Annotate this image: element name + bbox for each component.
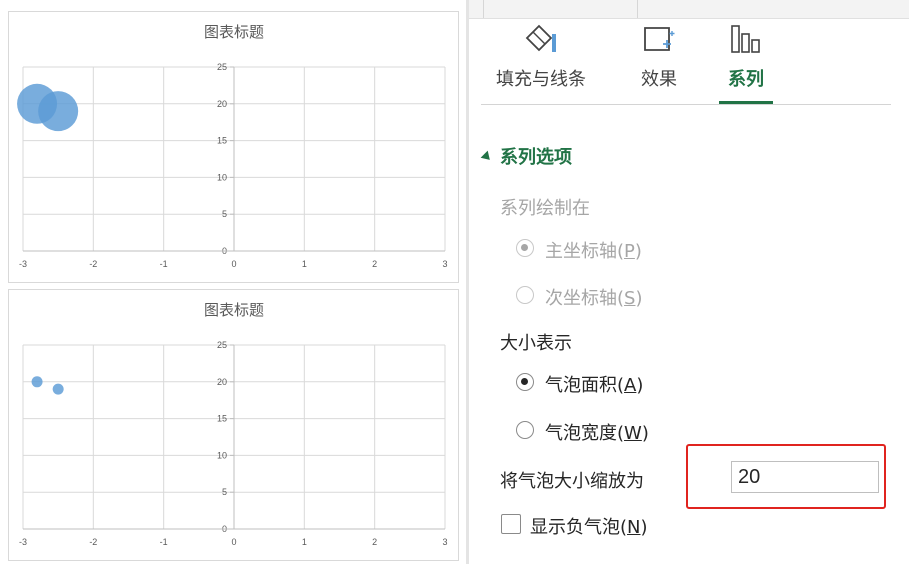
y-tick-label: 25 bbox=[217, 62, 227, 72]
x-tick-label: 0 bbox=[231, 259, 236, 269]
secondary-axis-radio[interactable] bbox=[516, 286, 534, 304]
highlight-box bbox=[686, 444, 886, 509]
series-bars-icon bbox=[731, 25, 760, 53]
y-tick-label: 20 bbox=[217, 377, 227, 387]
show-negative-bubbles-checkbox[interactable] bbox=[501, 514, 521, 534]
bubble-point[interactable] bbox=[31, 376, 43, 388]
chart-title[interactable]: 图表标题 bbox=[204, 23, 264, 41]
scale-bubble-size-label: 将气泡大小缩放为 bbox=[500, 471, 644, 492]
x-tick-label: -2 bbox=[89, 259, 97, 269]
pane-top-strip bbox=[469, 0, 909, 19]
bubble-area-label[interactable]: 气泡面积(A) bbox=[545, 371, 643, 397]
y-tick-label: 20 bbox=[217, 99, 227, 109]
y-tick-label: 10 bbox=[217, 172, 227, 182]
chart-title[interactable]: 图表标题 bbox=[204, 301, 264, 319]
bubble-width-label[interactable]: 气泡宽度(W) bbox=[545, 419, 649, 445]
show-negative-bubbles-label[interactable]: 显示负气泡(N) bbox=[530, 513, 648, 539]
tab-series[interactable]: 系列 bbox=[721, 22, 771, 91]
x-tick-label: 1 bbox=[302, 259, 307, 269]
tab-fill-line[interactable]: 填充与线条 bbox=[489, 22, 593, 91]
x-tick-label: -1 bbox=[160, 259, 168, 269]
radio-dot bbox=[521, 378, 528, 385]
plot-series-on-label: 系列绘制在 bbox=[500, 198, 590, 219]
x-tick-label: 1 bbox=[302, 537, 307, 547]
tab-effects[interactable]: 效果 bbox=[633, 22, 685, 91]
y-tick-label: 5 bbox=[222, 487, 227, 497]
chart-panel-width[interactable]: 图表标题 -3 -2 -1 0 1 2 3 0 5 10 15 20 25 bbox=[8, 289, 459, 561]
x-tick-label: -3 bbox=[19, 537, 27, 547]
chart-panel-area[interactable]: 图表标题 -3 -2 -1 0 1 2 3 0 5 10 15 20 25 bbox=[8, 11, 459, 283]
bubble-width-radio[interactable] bbox=[516, 421, 534, 439]
effects-icon bbox=[644, 27, 675, 51]
size-represents-label: 大小表示 bbox=[500, 333, 572, 354]
collapse-triangle-icon bbox=[480, 150, 494, 164]
x-tick-label: -2 bbox=[89, 537, 97, 547]
y-tick-label: 15 bbox=[217, 414, 227, 424]
series-options-header[interactable]: 系列选项 bbox=[480, 143, 572, 169]
x-tick-label: 0 bbox=[231, 537, 236, 547]
bubble-area-radio[interactable] bbox=[516, 373, 534, 391]
x-tick-label: 3 bbox=[442, 537, 447, 547]
tab-series-label: 系列 bbox=[728, 69, 764, 90]
tab-effects-label: 效果 bbox=[641, 69, 677, 90]
pane-divider[interactable] bbox=[466, 0, 469, 564]
x-tick-label: -3 bbox=[19, 259, 27, 269]
series-options-title: 系列选项 bbox=[500, 147, 572, 168]
paint-bucket-icon bbox=[525, 24, 556, 52]
bubble-point[interactable] bbox=[38, 91, 79, 132]
bubble-chart-area: 图表标题-3 -2 -1 0 1 2 30510152025 bbox=[17, 23, 448, 269]
y-tick-label: 5 bbox=[222, 209, 227, 219]
tab-divider-line bbox=[481, 104, 891, 105]
y-tick-label: 15 bbox=[217, 136, 227, 146]
bubble-point[interactable] bbox=[52, 383, 64, 395]
y-tick-label: 25 bbox=[217, 340, 227, 350]
radio-dot bbox=[521, 244, 528, 251]
secondary-axis-label[interactable]: 次坐标轴(S) bbox=[545, 284, 643, 310]
x-tick-label: 2 bbox=[372, 537, 377, 547]
tab-fill-line-label: 填充与线条 bbox=[496, 69, 586, 90]
primary-axis-radio[interactable] bbox=[516, 239, 534, 257]
bubble-chart-width: 图表标题-3 -2 -1 0 1 2 30510152025 bbox=[19, 301, 448, 547]
x-tick-label: 2 bbox=[372, 259, 377, 269]
x-tick-label: 3 bbox=[442, 259, 447, 269]
x-tick-label: -1 bbox=[160, 537, 168, 547]
y-tick-label: 10 bbox=[217, 450, 227, 460]
primary-axis-label[interactable]: 主坐标轴(P) bbox=[545, 237, 642, 263]
